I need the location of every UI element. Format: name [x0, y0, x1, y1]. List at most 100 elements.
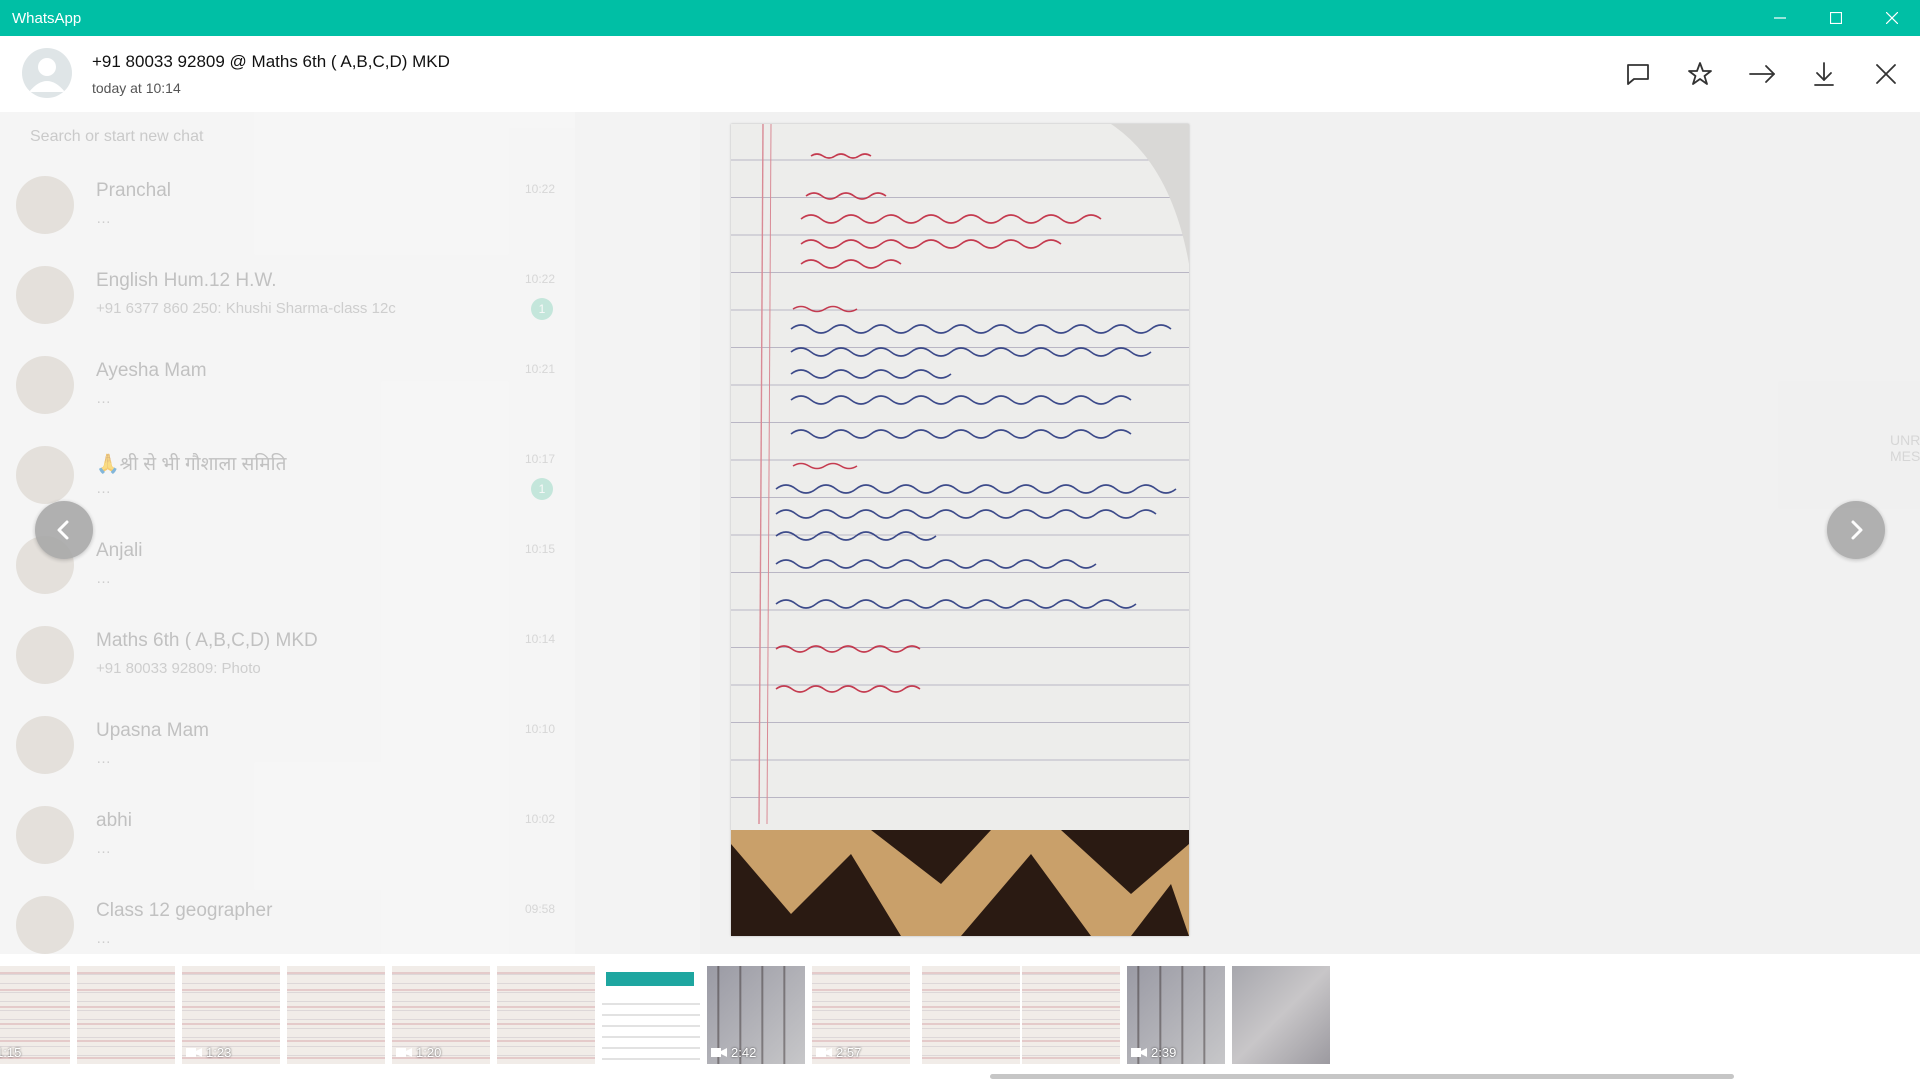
minimize-button[interactable] [1752, 0, 1808, 36]
chat-time: 10:02 [524, 812, 555, 826]
chat-name: Pranchal [96, 180, 171, 201]
video-duration: 2:39 [1151, 1045, 1177, 1060]
chat-time: 10:22 [524, 272, 555, 286]
video-thumbnail[interactable]: 1:20 [392, 966, 490, 1064]
chat-time: 10:17 [524, 452, 555, 466]
video-camera-icon [396, 1048, 412, 1057]
chat-preview: … [96, 480, 111, 497]
video-duration: 2:42 [731, 1045, 757, 1060]
chevron-right-icon [1851, 520, 1863, 540]
download-button[interactable] [1804, 54, 1844, 94]
chat-list-item: Upasna Mam … 10:10 [0, 700, 575, 790]
chat-list-item: English Hum.12 H.W. +91 6377 860 250: Khu… [0, 250, 575, 340]
video-camera-icon [1131, 1048, 1147, 1057]
chat-list-item: 🙏श्री से भी गौशाला समिति … 10:17 1 [0, 430, 575, 520]
close-icon [1876, 64, 1896, 84]
next-media-button[interactable] [1827, 501, 1885, 559]
video-duration: 1:20 [416, 1045, 442, 1060]
chat-time: 10:22 [524, 182, 555, 196]
chat-avatar [16, 626, 74, 684]
chat-preview: +91 6377 860 250: Khushi Sharma-class 12… [96, 300, 396, 317]
chat-avatar [16, 266, 74, 324]
unread-badge: 1 [531, 298, 553, 320]
chat-time: 09:58 [524, 902, 555, 916]
video-thumbnail[interactable]: 2:39 [1127, 966, 1225, 1064]
photo-thumbnail[interactable] [287, 966, 385, 1064]
thumbnail-strip: 1:15 1:23 1:20 2:42 2:57 2:39 [0, 954, 1920, 1080]
media-image [731, 124, 1189, 936]
chat-list-item: Pranchal … 10:22 [0, 160, 575, 250]
video-camera-icon [186, 1048, 202, 1057]
chat-preview: … [96, 570, 111, 587]
star-icon [1688, 62, 1712, 85]
message-time: today at 10:14 [92, 80, 181, 96]
document-thumbnail[interactable] [602, 966, 700, 1064]
close-viewer-button[interactable] [1866, 54, 1906, 94]
avatar [22, 48, 72, 98]
star-button[interactable] [1680, 54, 1720, 94]
chat-name: Ayesha Mam [96, 360, 207, 381]
chat-preview: … [96, 840, 111, 857]
chat-name: English Hum.12 H.W. [96, 270, 277, 291]
app-title: WhatsApp [12, 9, 82, 27]
maximize-button[interactable] [1808, 0, 1864, 36]
chat-name: Anjali [96, 540, 143, 561]
title-bar: WhatsApp [0, 0, 1920, 36]
chat-time: 10:14 [524, 632, 555, 646]
photo-thumbnail[interactable] [497, 966, 595, 1064]
video-duration: 2:57 [836, 1045, 862, 1060]
strip-scrollbar[interactable] [990, 1074, 1734, 1079]
search-placeholder: Search or start new chat [30, 128, 204, 145]
unread-divider: UNREAD MESSAGES [1890, 432, 1920, 464]
chat-avatar [16, 806, 74, 864]
chat-preview: … [96, 750, 111, 767]
default-avatar-icon [29, 58, 65, 92]
chat-name: Class 12 geographer [96, 900, 273, 921]
chat-preview: … [96, 930, 111, 947]
chat-avatar [16, 356, 74, 414]
chat-list-item: Ayesha Mam … 10:21 [0, 340, 575, 430]
video-duration: 1:23 [206, 1045, 232, 1060]
video-thumbnail[interactable]: 1:15 [0, 966, 70, 1064]
unread-badge: 1 [531, 478, 553, 500]
chat-time: 10:21 [524, 362, 555, 376]
chat-time: 10:10 [524, 722, 555, 736]
notebook-photo [731, 124, 1189, 936]
chat-list-item: Maths 6th ( A,B,C,D) MKD +91 80033 92809:… [0, 610, 575, 700]
chat-preview: +91 80033 92809: Photo [96, 660, 261, 677]
chat-name: 🙏श्री से भी गौशाला समिति [96, 454, 287, 475]
chat-time: 10:15 [524, 542, 555, 556]
chat-avatar [16, 716, 74, 774]
video-thumbnail[interactable]: 2:42 [707, 966, 805, 1064]
download-icon [1814, 62, 1834, 86]
video-thumbnail[interactable]: 1:23 [182, 966, 280, 1064]
sender-name: +91 80033 92809 @ Maths 6th ( A,B,C,D) M… [92, 52, 450, 71]
chat-name: Upasna Mam [96, 720, 209, 741]
chat-name: abhi [96, 810, 132, 831]
video-thumbnail[interactable]: 2:57 [812, 966, 910, 1064]
close-window-icon [1886, 12, 1898, 24]
chat-name: Maths 6th ( A,B,C,D) MKD [96, 630, 318, 651]
maximize-icon [1830, 12, 1842, 24]
reply-icon [1627, 64, 1649, 85]
photo-thumbnail[interactable] [1232, 966, 1330, 1064]
video-duration: 1:15 [0, 1045, 22, 1060]
chat-avatar [16, 176, 74, 234]
photo-thumbnail[interactable] [1022, 966, 1120, 1064]
forward-icon [1749, 65, 1775, 83]
reply-button[interactable] [1618, 54, 1658, 94]
chat-preview: … [96, 210, 111, 227]
media-viewer-header: +91 80033 92809 @ Maths 6th ( A,B,C,D) M… [0, 36, 1920, 112]
chat-avatar [16, 896, 74, 954]
minimize-icon [1774, 17, 1786, 19]
close-window-button[interactable] [1864, 0, 1920, 36]
video-camera-icon [816, 1048, 832, 1057]
chat-preview: … [96, 390, 111, 407]
forward-button[interactable] [1742, 54, 1782, 94]
photo-thumbnail[interactable] [77, 966, 175, 1064]
photo-thumbnail[interactable] [922, 966, 1020, 1064]
video-camera-icon [711, 1048, 727, 1057]
chat-avatar [16, 446, 74, 504]
previous-media-button[interactable] [35, 501, 93, 559]
chat-list-item: abhi … 10:02 [0, 790, 575, 880]
